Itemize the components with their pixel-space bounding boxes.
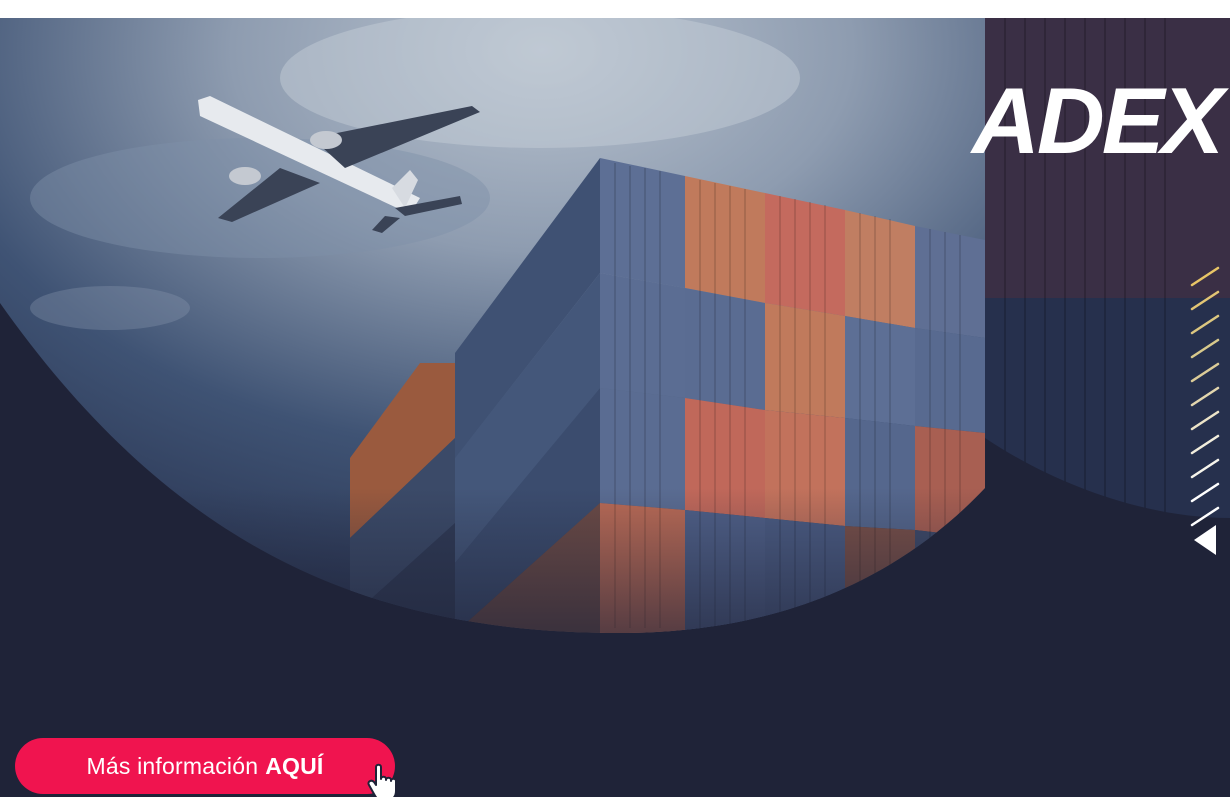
hand-pointer-icon (367, 763, 397, 797)
cta-text-light: Más información (86, 752, 259, 779)
adex-logo: ADEX (972, 68, 1224, 173)
more-info-button[interactable]: Más información AQUÍ (15, 738, 395, 794)
scroll-indicator[interactable] (1180, 263, 1225, 563)
promo-banner: ADEX Más información AQUÍ (0, 18, 1230, 797)
cta-text-bold: AQUÍ (265, 752, 324, 779)
triangle-left-icon (1194, 525, 1216, 555)
